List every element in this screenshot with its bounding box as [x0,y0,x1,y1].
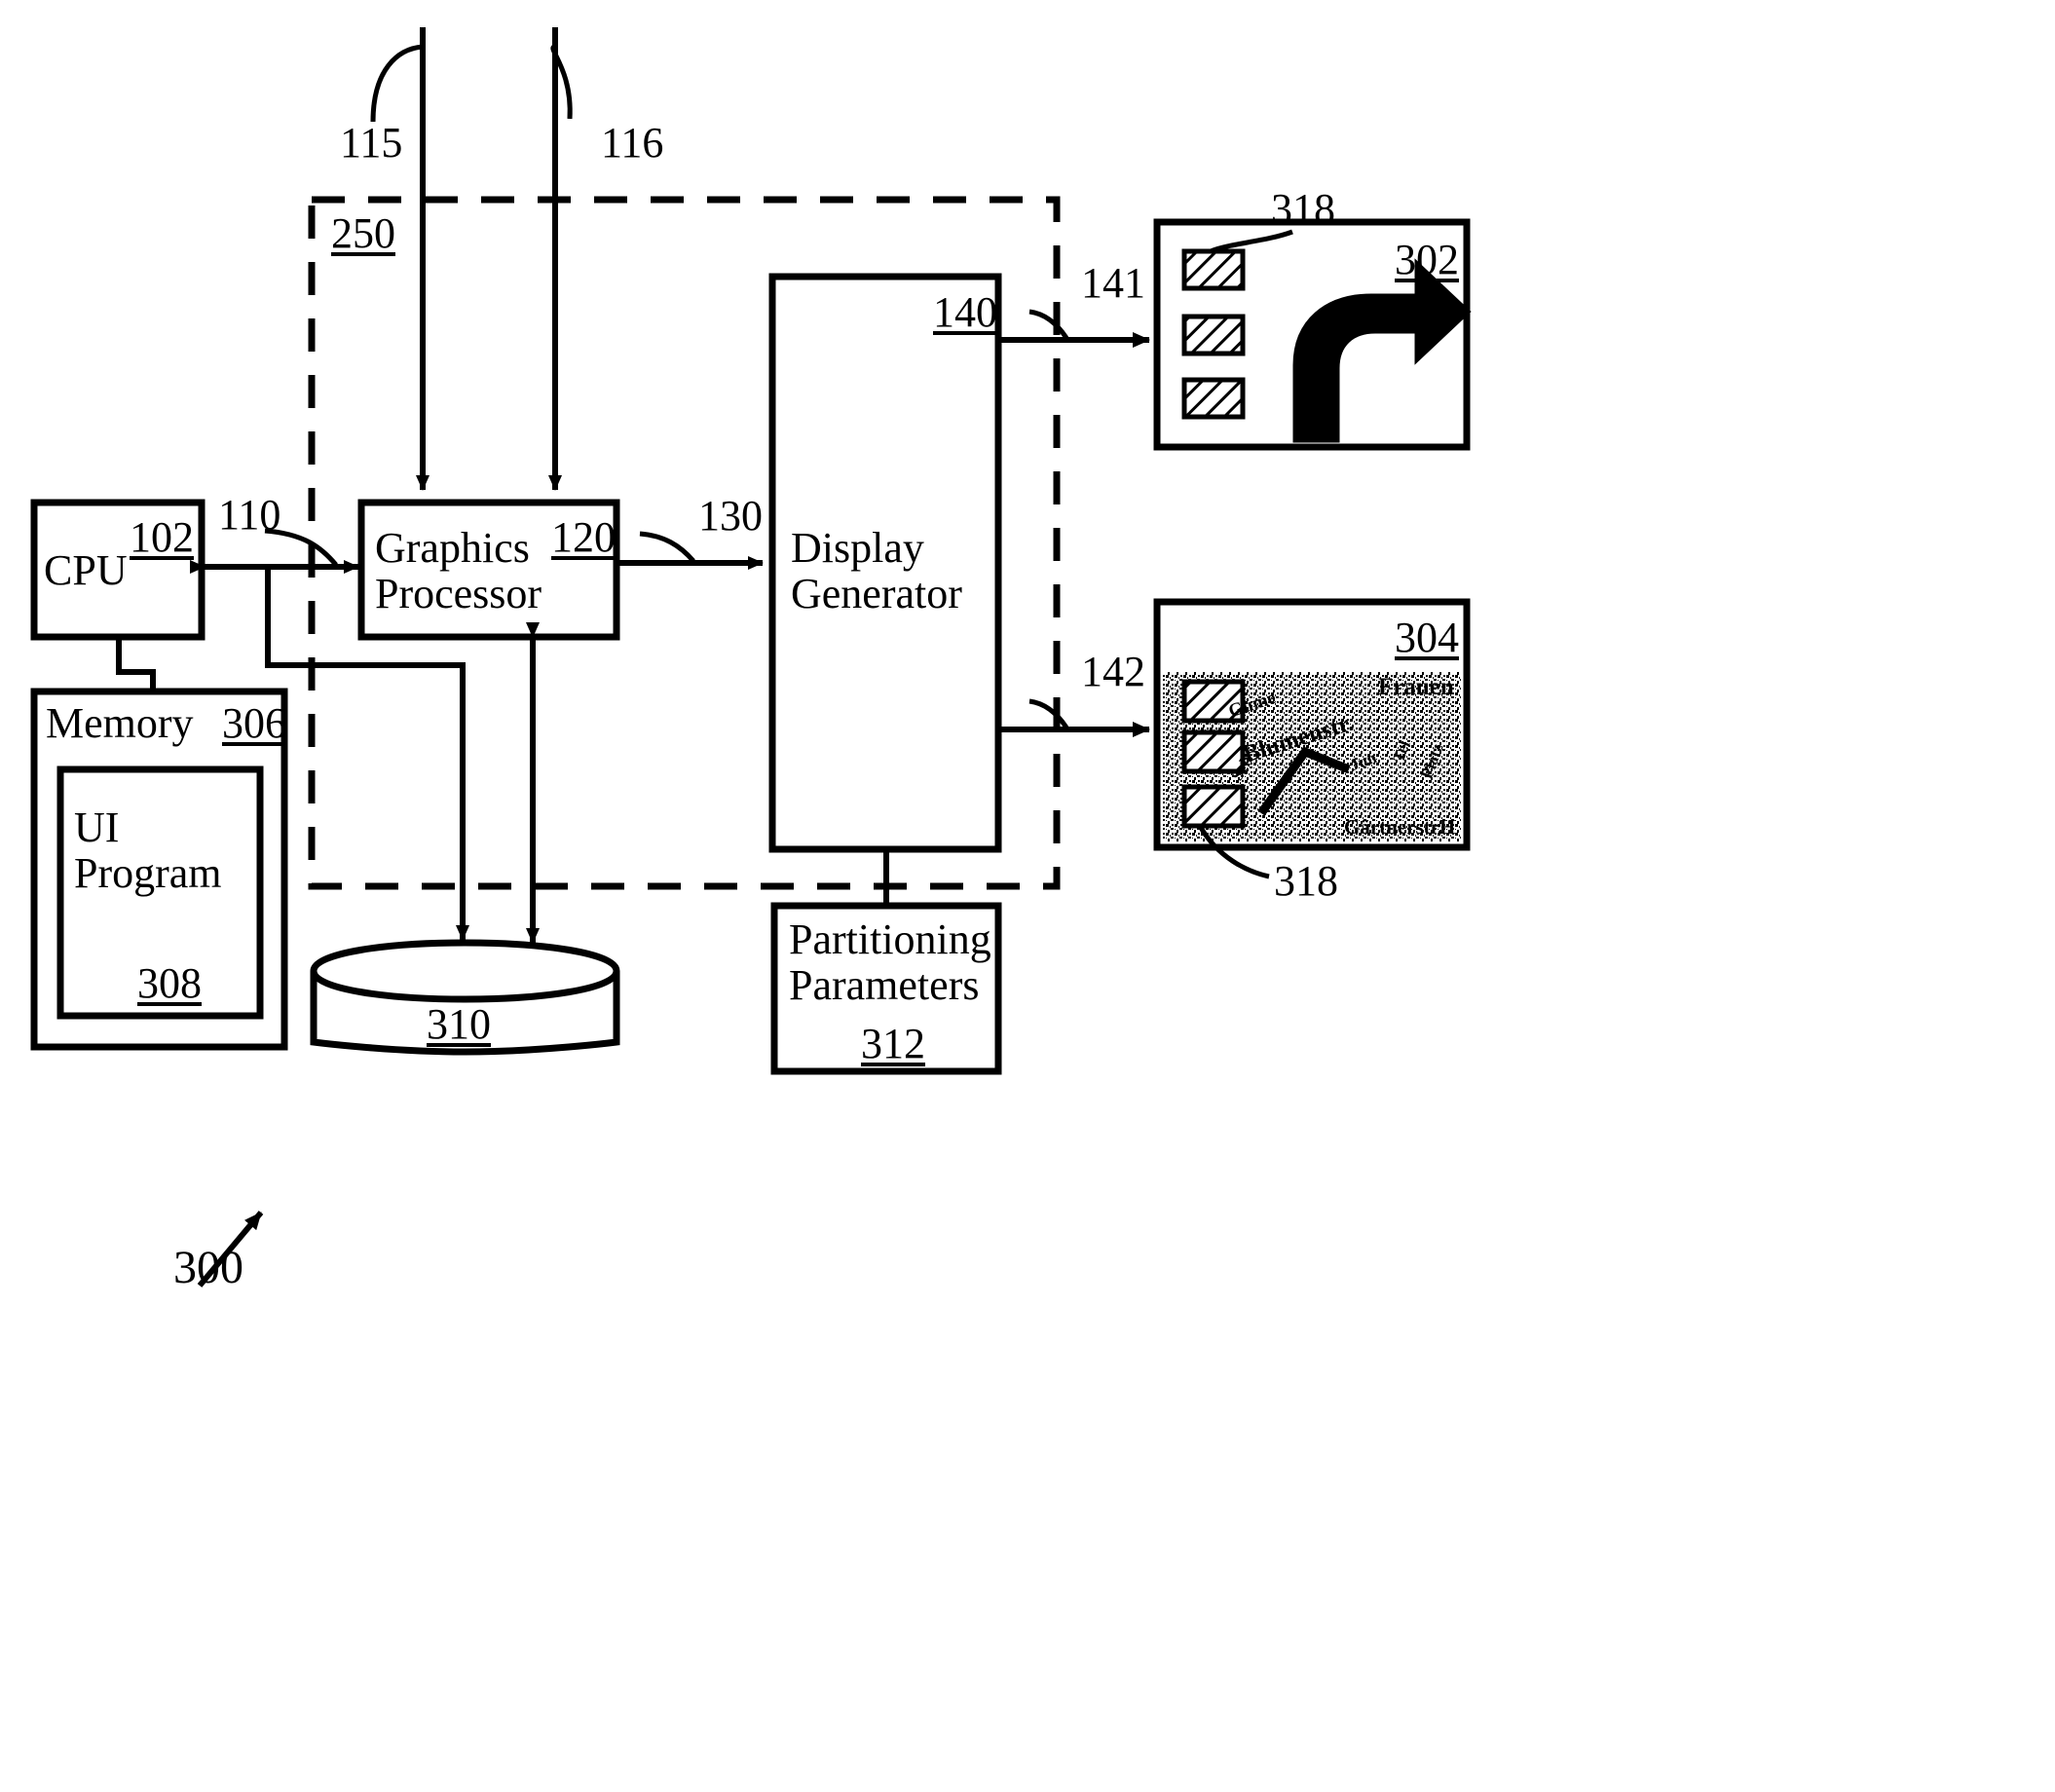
turn-display-region-2 [1181,314,1246,356]
database-ref: 310 [427,1000,491,1048]
cpu-label: CPU [44,546,128,594]
ref-110: 110 [218,491,281,539]
turn-display-region-3 [1181,377,1246,420]
graphics-processor-label-line1: Graphics [375,524,530,572]
display-generator-label-line2: Generator [791,570,962,617]
diagram-artwork [30,27,1472,1288]
partitioning-parameters-ref: 312 [861,1020,925,1067]
memory-ref: 306 [222,699,286,747]
ref-142: 142 [1081,648,1145,695]
figure-canvas: 115 116 250 102 CPU 110 Memory 306 UI Pr… [0,0,2055,1792]
ref-141: 141 [1081,259,1145,307]
map-label-gaertnerstr: Gärtnerstr. [1344,815,1443,839]
ref-318-top: 318 [1271,185,1335,233]
ui-program-label-line1: UI [74,803,120,851]
map-label-h: H [1439,815,1456,839]
turn-display-region-1 [1181,248,1246,291]
graphics-processor-label-line2: Processor [375,570,542,617]
database-cylinder-top [310,939,620,1003]
ref-116: 116 [601,119,664,167]
ref-318-bottom: 318 [1274,857,1338,905]
display-generator-ref: 140 [933,288,997,336]
ui-program-label-line2: Program [74,849,222,897]
map-display-ref: 304 [1395,614,1459,661]
figure-number: 300 [173,1242,243,1293]
partitioning-parameters-label-line2: Parameters [789,961,980,1009]
partitioning-parameters-label-line1: Partitioning [789,915,991,963]
display-generator-label-line1: Display [791,524,924,572]
ref-130: 130 [698,492,763,540]
leader-130 [639,531,695,563]
leader-142 [1028,698,1069,729]
map-display-region-3-hatch [1181,784,1246,829]
ui-program-ref: 308 [137,959,202,1007]
leader-115 [370,44,424,123]
memory-label: Memory [46,699,194,747]
leader-141 [1028,309,1069,340]
graphics-processor-ref: 120 [551,513,616,561]
ref-250: 250 [331,209,395,257]
cpu-ref: 102 [130,513,194,561]
map-label-frauen: Frauen [1378,674,1454,700]
cpu-memory-link [116,637,156,691]
turn-display-ref: 302 [1395,236,1459,283]
ref-115: 115 [340,119,403,167]
